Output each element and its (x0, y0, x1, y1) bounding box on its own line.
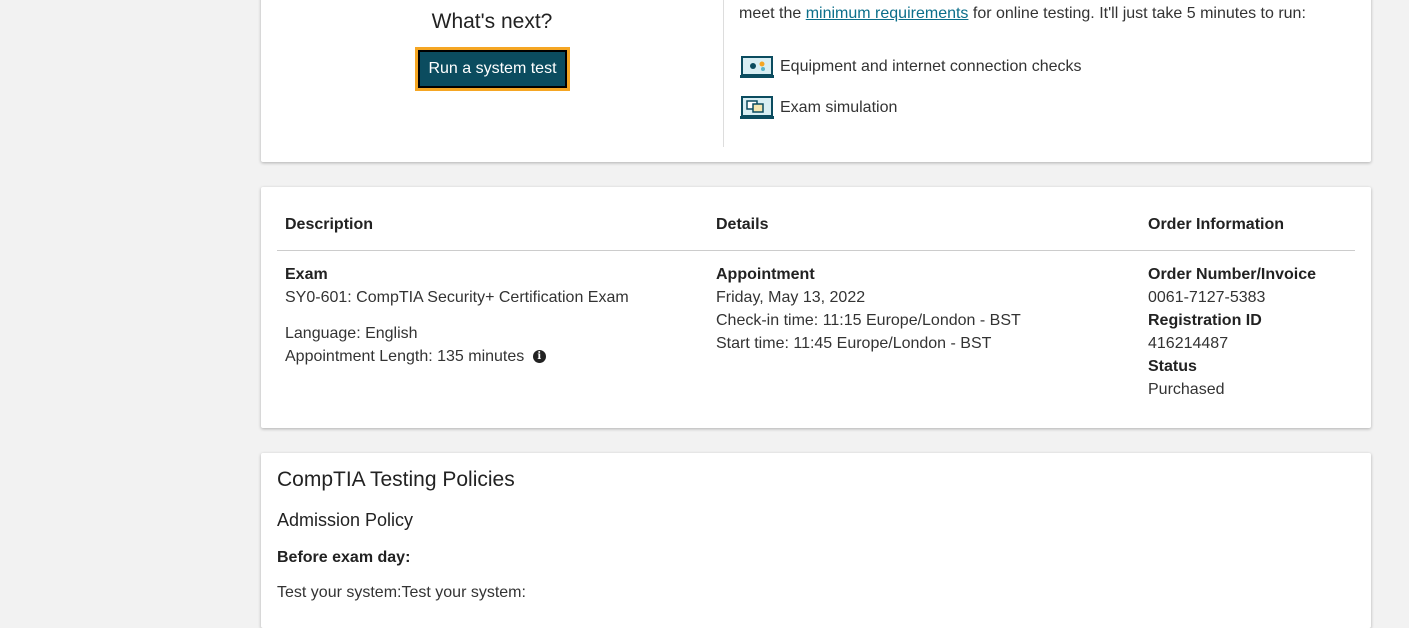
exam-language: Language: English (285, 325, 418, 342)
policies-title: CompTIA Testing Policies (277, 468, 515, 491)
exam-simulation-item: Exam simulation (739, 95, 897, 121)
registration-id-value: 416214487 (1148, 335, 1229, 352)
appointment-length: Appointment Length: 135 minutes (285, 348, 525, 365)
before-exam-day-heading: Before exam day: (277, 549, 411, 566)
description-block: Exam SY0-601: CompTIA Security+ Certific… (285, 263, 629, 368)
run-system-test-button[interactable]: Run a system test (415, 47, 570, 91)
exam-label: Exam (285, 266, 328, 283)
appointment-date: Friday, May 13, 2022 (716, 289, 866, 306)
minimum-requirements-link[interactable]: minimum requirements (806, 5, 969, 22)
info-icon[interactable]: i (532, 350, 546, 364)
description-header: Description (285, 216, 374, 233)
admission-policy-heading: Admission Policy (277, 510, 414, 530)
requirements-text: meet the minimum requirements for online… (739, 5, 1306, 23)
req-prefix: meet the (739, 5, 802, 22)
appointment-label: Appointment (716, 266, 815, 283)
order-number-value: 0061-7127-5383 (1148, 289, 1266, 306)
equipment-check-icon (739, 54, 775, 80)
system-test-card: What's next? Run a system test meet the … (261, 0, 1371, 162)
test-your-system-text: Test your system:Test your system: (277, 584, 526, 601)
vertical-divider (723, 0, 724, 147)
order-info-header: Order Information (1148, 216, 1285, 233)
order-number-label: Order Number/Invoice (1148, 266, 1317, 283)
equipment-check-item: Equipment and internet connection checks (739, 54, 1082, 80)
whats-next-heading: What's next? (431, 10, 553, 33)
testing-policies-card: CompTIA Testing Policies Admission Polic… (261, 453, 1371, 628)
exam-simulation-label: Exam simulation (780, 99, 898, 116)
checkin-time: Check-in time: 11:15 Europe/London - BST (716, 312, 1021, 329)
status-value: Purchased (1148, 381, 1225, 398)
registration-id-label: Registration ID (1148, 312, 1262, 329)
details-header: Details (716, 216, 769, 233)
details-block: Appointment Friday, May 13, 2022 Check-i… (716, 263, 1021, 355)
order-info-block: Order Number/Invoice 0061-7127-5383 Regi… (1148, 263, 1316, 401)
header-divider (277, 250, 1355, 251)
req-suffix: for online testing. It'll just take 5 mi… (972, 5, 1306, 22)
exam-simulation-icon (739, 95, 775, 121)
order-details-card: Description Details Order Information Ex… (261, 187, 1371, 428)
equipment-check-label: Equipment and internet connection checks (780, 58, 1082, 75)
start-time: Start time: 11:45 Europe/London - BST (716, 335, 992, 352)
appointment-length-row: Appointment Length: 135 minutes i (285, 345, 629, 368)
exam-name: SY0-601: CompTIA Security+ Certification… (285, 289, 629, 306)
status-label: Status (1148, 358, 1197, 375)
